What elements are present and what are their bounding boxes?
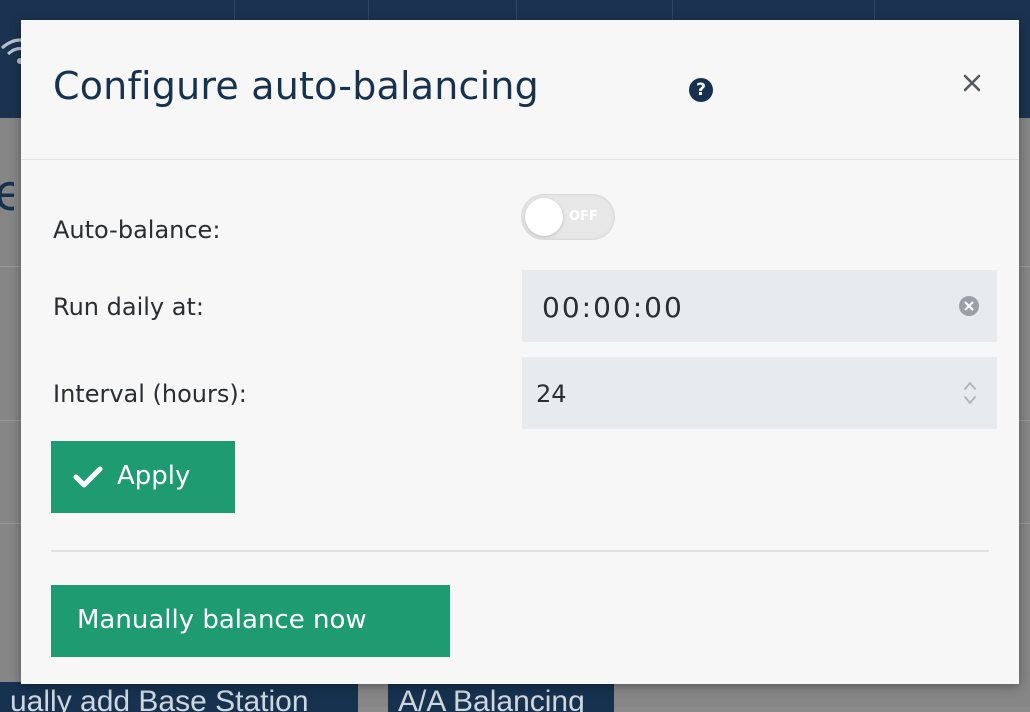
manual-balance-label: Manually balance now	[77, 605, 367, 635]
interval-field	[522, 357, 997, 431]
background-add-base-station-button: ually add Base Station	[0, 682, 358, 712]
background-page-heading: e	[0, 168, 14, 218]
auto-balance-toggle[interactable]: OFF	[521, 194, 615, 240]
run-daily-time-input[interactable]	[540, 270, 944, 344]
toggle-knob	[525, 198, 563, 236]
clear-time-icon[interactable]	[959, 296, 979, 316]
auto-balance-label: Auto-balance:	[53, 216, 221, 244]
run-daily-label: Run daily at:	[53, 293, 204, 321]
toggle-state-text: OFF	[569, 209, 598, 224]
section-divider	[51, 550, 989, 552]
modal-title: Configure auto-balancing	[53, 64, 539, 108]
apply-button[interactable]: Apply	[51, 441, 235, 513]
background-aa-balancing-button: A/A Balancing	[388, 682, 614, 712]
run-daily-field	[522, 270, 997, 344]
modal-header: Configure auto-balancing ?	[21, 20, 1019, 160]
interval-label: Interval (hours):	[53, 380, 247, 408]
check-icon	[73, 466, 103, 488]
manually-balance-now-button[interactable]: Manually balance now	[51, 585, 450, 657]
apply-label: Apply	[117, 461, 191, 491]
close-icon	[963, 74, 981, 92]
number-spinner-icon[interactable]	[962, 377, 978, 409]
help-icon[interactable]: ?	[689, 78, 713, 102]
auto-balancing-modal: Configure auto-balancing ? Auto-balance:…	[21, 20, 1019, 684]
interval-input[interactable]	[534, 357, 938, 431]
close-button[interactable]	[953, 60, 991, 98]
